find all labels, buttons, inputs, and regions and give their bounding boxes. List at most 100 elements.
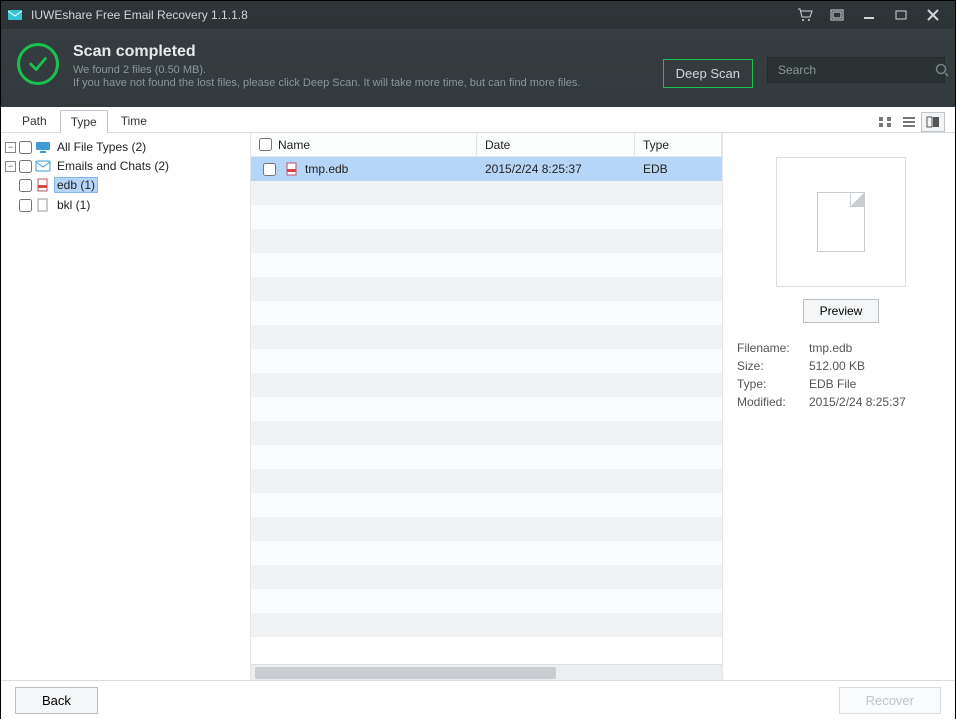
column-label: Name <box>278 138 310 152</box>
table-row-empty <box>251 613 722 637</box>
column-label: Date <box>485 138 510 152</box>
table-row-empty <box>251 397 722 421</box>
tab-type[interactable]: Type <box>60 110 108 133</box>
search-input[interactable] <box>776 62 935 78</box>
file-name: tmp.edb <box>305 162 348 176</box>
prop-val-filename: tmp.edb <box>809 339 912 357</box>
tree-node-edb[interactable]: edb (1) <box>5 176 246 194</box>
table-row-empty <box>251 253 722 277</box>
view-mode-toolbar <box>873 112 945 132</box>
monitor-icon <box>35 140 51 154</box>
main-area: − All File Types (2) − Emails and Chats … <box>1 133 955 680</box>
preview-thumbnail <box>776 157 906 287</box>
prop-key-type: Type: <box>737 375 809 393</box>
tree-checkbox[interactable] <box>19 199 32 212</box>
tab-time[interactable]: Time <box>110 109 158 132</box>
deep-scan-button[interactable]: Deep Scan <box>663 59 753 88</box>
file-list-body[interactable]: tmp.edb 2015/2/24 8:25:37EDB <box>251 157 722 664</box>
table-row-empty <box>251 373 722 397</box>
column-header-name[interactable]: Name <box>251 133 477 156</box>
table-row-empty <box>251 301 722 325</box>
table-row-empty <box>251 325 722 349</box>
row-checkbox[interactable] <box>263 163 276 176</box>
column-label: Type <box>643 138 669 152</box>
table-row-empty <box>251 517 722 541</box>
table-row-empty <box>251 493 722 517</box>
view-list-icon[interactable] <box>897 112 921 132</box>
checkmark-icon <box>17 43 59 85</box>
status-title: Scan completed <box>73 43 653 61</box>
tree-node-all[interactable]: − All File Types (2) <box>5 138 246 156</box>
tree-node-bkl[interactable]: bkl (1) <box>5 196 246 214</box>
view-detail-icon[interactable] <box>921 112 945 132</box>
cell-name: tmp.edb <box>251 160 477 179</box>
table-row-empty <box>251 205 722 229</box>
table-row-empty <box>251 445 722 469</box>
tree-node-emails[interactable]: − Emails and Chats (2) <box>5 157 246 175</box>
table-row-empty <box>251 589 722 613</box>
prop-key-modified: Modified: <box>737 393 809 411</box>
file-type-icon <box>35 198 51 212</box>
view-grid-icon[interactable] <box>873 112 897 132</box>
tree-checkbox[interactable] <box>19 179 32 192</box>
column-header-type[interactable]: Type <box>635 133 722 156</box>
back-button[interactable]: Back <box>15 687 98 714</box>
prop-key-filename: Filename: <box>737 339 809 357</box>
table-row-empty <box>251 277 722 301</box>
prop-val-modified: 2015/2/24 8:25:37 <box>809 393 912 411</box>
table-row-empty <box>251 229 722 253</box>
category-tree[interactable]: − All File Types (2) − Emails and Chats … <box>1 133 251 680</box>
maximize-toggle-icon[interactable] <box>821 4 853 26</box>
column-header-date[interactable]: Date <box>477 133 635 156</box>
prop-val-size: 512.00 KB <box>809 357 912 375</box>
tree-toggle-spacer <box>5 200 16 211</box>
table-row-empty <box>251 469 722 493</box>
recover-button[interactable]: Recover <box>839 687 941 714</box>
tab-row: Path Type Time <box>1 107 955 133</box>
status-panel: Scan completed We found 2 files (0.50 MB… <box>1 29 955 107</box>
status-text: Scan completed We found 2 files (0.50 MB… <box>73 43 653 89</box>
titlebar: IUWEshare Free Email Recovery 1.1.1.8 <box>1 1 955 29</box>
file-icon <box>817 192 865 252</box>
tree-checkbox[interactable] <box>19 141 32 154</box>
search-icon[interactable] <box>935 63 949 77</box>
cell-type: EDB <box>635 162 722 176</box>
table-row-empty <box>251 349 722 373</box>
minimize-icon[interactable] <box>853 4 885 26</box>
mail-icon <box>35 159 51 173</box>
table-row-empty <box>251 181 722 205</box>
tab-path[interactable]: Path <box>11 109 58 132</box>
file-list-header: Name Date Type <box>251 133 722 157</box>
scrollbar-thumb[interactable] <box>255 667 556 679</box>
tree-label: All File Types (2) <box>54 140 149 154</box>
status-hint: If you have not found the lost files, pl… <box>73 77 653 89</box>
prop-val-type: EDB File <box>809 375 912 393</box>
status-found: We found 2 files (0.50 MB). <box>73 64 653 76</box>
prop-key-size: Size: <box>737 357 809 375</box>
search-field[interactable] <box>767 57 945 83</box>
close-icon[interactable] <box>917 4 949 26</box>
select-all-checkbox[interactable] <box>259 138 272 151</box>
cell-date: 2015/2/24 8:25:37 <box>477 162 635 176</box>
app-logo-icon <box>7 7 23 23</box>
tree-label: edb (1) <box>54 177 98 193</box>
tree-label: Emails and Chats (2) <box>54 159 172 173</box>
horizontal-scrollbar[interactable] <box>251 664 722 680</box>
table-row-empty <box>251 421 722 445</box>
tree-checkbox[interactable] <box>19 160 32 173</box>
file-list: Name Date Type tmp.edb 2015/2/24 8:25:37E… <box>251 133 723 680</box>
preview-button[interactable]: Preview <box>803 299 880 323</box>
table-row-empty <box>251 541 722 565</box>
table-row-empty <box>251 565 722 589</box>
tree-toggle-icon[interactable]: − <box>5 161 16 172</box>
file-type-icon <box>35 178 51 192</box>
table-row[interactable]: tmp.edb 2015/2/24 8:25:37EDB <box>251 157 722 181</box>
app-title: IUWEshare Free Email Recovery 1.1.1.8 <box>31 8 248 22</box>
preview-properties: Filename:tmp.edb Size:512.00 KB Type:EDB… <box>737 339 912 411</box>
restore-icon[interactable] <box>885 4 917 26</box>
tree-toggle-icon[interactable]: − <box>5 142 16 153</box>
tree-label: bkl (1) <box>54 198 93 212</box>
tree-toggle-spacer <box>5 180 16 191</box>
cart-icon[interactable] <box>789 4 821 26</box>
file-type-icon <box>285 162 299 176</box>
